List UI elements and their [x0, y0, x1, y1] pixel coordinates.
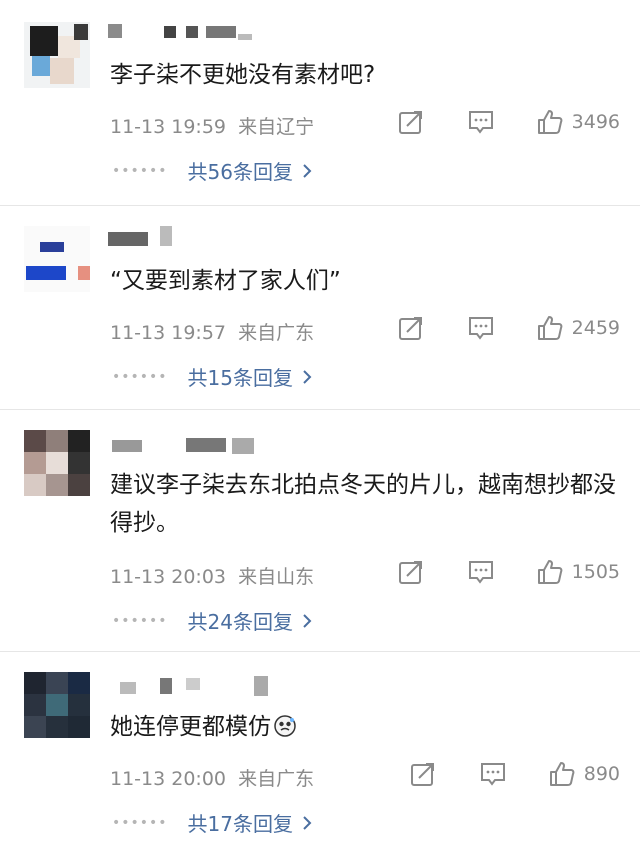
thumb-up-icon: [549, 762, 575, 786]
username-blurred[interactable]: [106, 226, 266, 252]
like-button[interactable]: 1505: [536, 558, 620, 586]
comment-icon[interactable]: [466, 313, 496, 343]
chevron-right-icon: [303, 163, 312, 178]
comment-text: “又要到素材了家人们”: [110, 268, 341, 294]
comment-location: 来自广东: [238, 322, 315, 344]
chevron-right-icon: [303, 613, 312, 628]
share-icon[interactable]: [396, 313, 426, 343]
reply-count: 共56条回复: [187, 160, 293, 184]
username-blurred[interactable]: [106, 672, 268, 698]
share-icon[interactable]: [396, 557, 426, 587]
dots-divider: ••••••: [112, 612, 168, 629]
comment-actions: 2459: [356, 313, 620, 343]
comment-text: 她连停更都模仿: [110, 708, 620, 746]
comment-text: 李子柒不更她没有素材吧?: [110, 62, 376, 88]
like-button[interactable]: 890: [548, 760, 620, 788]
avatar[interactable]: [24, 22, 90, 88]
chevron-right-icon: [303, 369, 312, 384]
comment-location: 来自山东: [238, 566, 315, 588]
avatar[interactable]: [24, 430, 90, 496]
comment-text: 建议李子柒去东北拍点冬天的片儿，越南想抄都没得抄。: [110, 472, 616, 536]
like-count: 2459: [571, 317, 620, 339]
view-replies-link[interactable]: •••••• 共24条回复: [112, 606, 313, 635]
comment-text-content: 她连停更都模仿: [110, 714, 271, 740]
comment-date: 11-13 20:00: [110, 768, 227, 790]
like-count: 1505: [571, 561, 620, 583]
comment-icon[interactable]: [466, 107, 496, 137]
comment-item: 李子柒不更她没有素材吧? 11-13 19:59 来自辽宁 3496 •••••…: [0, 0, 640, 206]
dots-divider: ••••••: [112, 368, 168, 385]
emoji-icon: [274, 715, 296, 737]
comment-meta: 11-13 20:00 来自广东: [110, 764, 314, 791]
chevron-right-icon: [303, 815, 312, 830]
comment-icon[interactable]: [478, 759, 508, 789]
dots-divider: ••••••: [112, 814, 168, 831]
comment-icon[interactable]: [466, 557, 496, 587]
comment-actions: 3496: [356, 107, 620, 137]
comment-meta: 11-13 20:03 来自山东: [110, 562, 314, 589]
dots-divider: ••••••: [112, 162, 168, 179]
comment-date: 11-13 19:57: [110, 322, 227, 344]
like-button[interactable]: 3496: [536, 108, 620, 136]
comment-item: 她连停更都模仿 11-13 20:00 来自广东 890 •••••• 共17条…: [0, 652, 640, 841]
thumb-up-icon: [537, 560, 563, 584]
share-icon[interactable]: [408, 759, 438, 789]
like-count: 890: [583, 763, 620, 785]
comment-actions: 1505: [356, 557, 620, 587]
view-replies-link[interactable]: •••••• 共17条回复: [112, 808, 313, 837]
avatar[interactable]: [24, 672, 90, 738]
comment-location: 来自辽宁: [238, 116, 315, 138]
reply-count: 共15条回复: [187, 366, 293, 390]
comment-item: “又要到素材了家人们” 11-13 19:57 来自广东 2459 ••••••…: [0, 206, 640, 410]
like-button[interactable]: 2459: [536, 314, 620, 342]
username-blurred[interactable]: [106, 20, 266, 46]
comment-actions: 890: [368, 759, 620, 789]
like-count: 3496: [571, 111, 620, 133]
comment-date: 11-13 19:59: [110, 116, 227, 138]
username-blurred[interactable]: [106, 430, 266, 456]
avatar[interactable]: [24, 226, 90, 292]
comment-meta: 11-13 19:57 来自广东: [110, 318, 314, 345]
comment-date: 11-13 20:03: [110, 566, 227, 588]
comment-location: 来自广东: [238, 768, 315, 790]
comment-meta: 11-13 19:59 来自辽宁: [110, 112, 314, 139]
reply-count: 共17条回复: [187, 812, 293, 836]
thumb-up-icon: [537, 110, 563, 134]
comment-item: 建议李子柒去东北拍点冬天的片儿，越南想抄都没得抄。 11-13 20:03 来自…: [0, 410, 640, 652]
view-replies-link[interactable]: •••••• 共15条回复: [112, 362, 313, 391]
reply-count: 共24条回复: [187, 610, 293, 634]
share-icon[interactable]: [396, 107, 426, 137]
view-replies-link[interactable]: •••••• 共56条回复: [112, 156, 313, 185]
thumb-up-icon: [537, 316, 563, 340]
